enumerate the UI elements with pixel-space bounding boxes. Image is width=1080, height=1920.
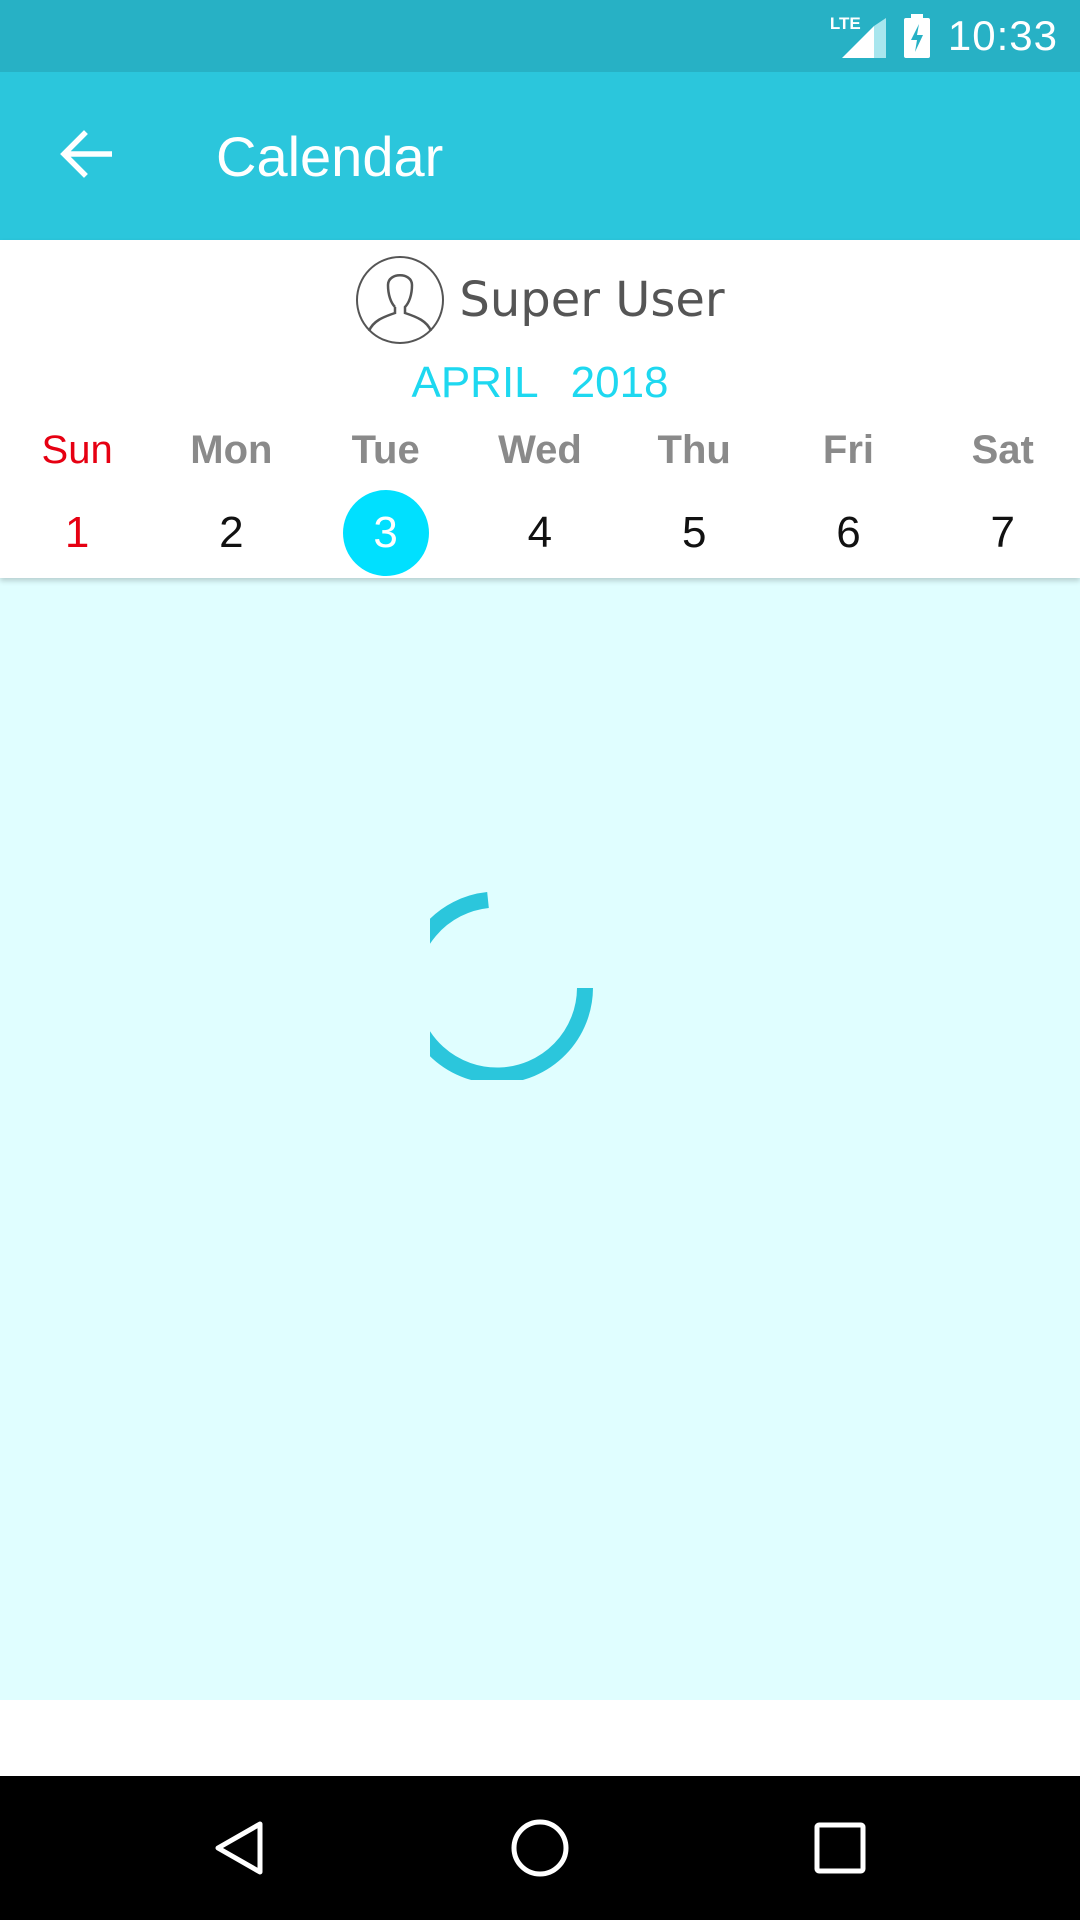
day-date[interactable]: 1 [34,490,120,576]
day-column-sat: Sat 7 [926,420,1080,576]
nav-home-circle-icon [511,1819,569,1877]
status-icons: LTE 10:33 [830,0,1058,72]
day-name: Mon [190,428,273,472]
nav-home-button[interactable] [496,1804,584,1892]
arrow-back-icon [60,130,112,178]
day-date[interactable]: 6 [805,490,891,576]
day-date[interactable]: 5 [651,490,737,576]
person-outline-icon[interactable] [355,255,445,345]
nav-recents-button[interactable] [796,1804,884,1892]
loading-spinner-icon [430,892,593,1080]
battery-charging-icon [903,14,930,58]
status-time: 10:33 [947,12,1058,59]
user-name: Super User [459,272,725,328]
month-year-label[interactable]: APRIL 2018 [0,358,1080,408]
day-name: Thu [657,428,731,472]
page-title: Calendar [216,125,444,188]
system-nav-bar [0,1776,1080,1920]
day-column-tue: Tue 3 [309,420,463,576]
day-column-sun: Sun 1 [0,420,154,576]
day-date[interactable]: 7 [960,490,1046,576]
week-strip: Sun 1 Mon 2 Tue 3 Wed 4 Thu 5 Fri 6 Sat … [0,420,1080,576]
day-name: Sat [971,428,1034,472]
status-bar: LTE 10:33 [0,0,1080,72]
lte-signal-icon: LTE [830,14,886,58]
day-date[interactable]: 2 [188,490,274,576]
day-name: Fri [822,428,875,472]
nav-recents-square-icon [814,1822,866,1874]
back-button[interactable] [44,112,128,196]
app-bar: Calendar [0,72,1080,240]
bottom-strip [0,1700,1080,1776]
day-name: Sun [41,428,113,472]
selected-day-date[interactable]: 3 [342,490,429,576]
day-name: Tue [351,428,420,472]
day-name: Wed [498,428,582,472]
nav-back-button[interactable] [196,1804,284,1892]
day-column-thu: Thu 5 [617,420,771,576]
events-content-area [0,578,1080,1700]
year-label: 2018 [570,358,669,407]
day-date[interactable]: 4 [497,490,583,576]
nav-back-triangle-icon [215,1821,263,1875]
day-column-mon: Mon 2 [154,420,308,576]
network-type: LTE [829,14,861,33]
day-column-fri: Fri 6 [771,420,925,576]
user-info: Super User [0,254,1080,346]
day-column-wed: Wed 4 [463,420,617,576]
month-label: APRIL [411,358,539,407]
calendar-header: Super User APRIL 2018 Sun 1 Mon 2 Tue 3 W… [0,240,1080,578]
